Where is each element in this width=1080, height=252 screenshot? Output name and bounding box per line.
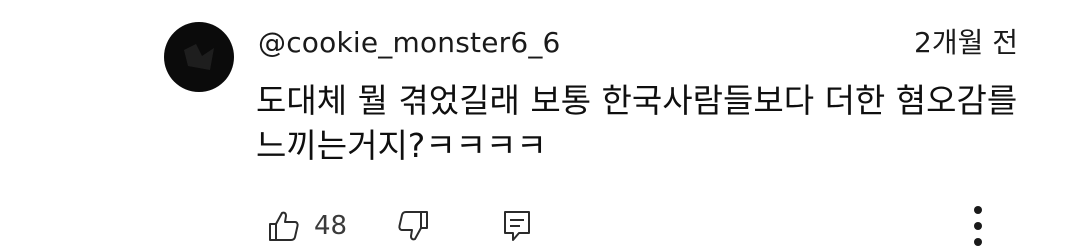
like-count: 48 bbox=[314, 211, 348, 241]
comment-text: 도대체 뭘 겪었길래 보통 한국사람들보다 더한 혐오감를 느끼는거지?ㅋㅋㅋㅋ bbox=[256, 81, 1018, 165]
more-options-button[interactable] bbox=[966, 206, 990, 252]
like-button[interactable] bbox=[266, 208, 302, 244]
thumbs-up-icon bbox=[269, 211, 299, 241]
dislike-button[interactable] bbox=[395, 208, 431, 244]
comment-actions: 48 bbox=[266, 206, 535, 246]
reply-button[interactable] bbox=[499, 208, 535, 244]
more-vertical-icon bbox=[974, 206, 982, 214]
avatar[interactable] bbox=[164, 22, 234, 92]
comment-author[interactable]: @cookie_monster6_6 bbox=[258, 26, 561, 60]
reply-comment-icon bbox=[504, 211, 531, 241]
comment-item: @cookie_monster6_6 2개월 전 도대체 뭘 겪었길래 보통 한… bbox=[0, 0, 1080, 252]
thumbs-down-icon bbox=[398, 211, 429, 241]
avatar-image bbox=[184, 44, 214, 70]
more-vertical-icon-dot bbox=[974, 222, 982, 230]
more-vertical-icon-dot bbox=[974, 238, 982, 246]
comment-timestamp[interactable]: 2개월 전 bbox=[914, 26, 1018, 60]
